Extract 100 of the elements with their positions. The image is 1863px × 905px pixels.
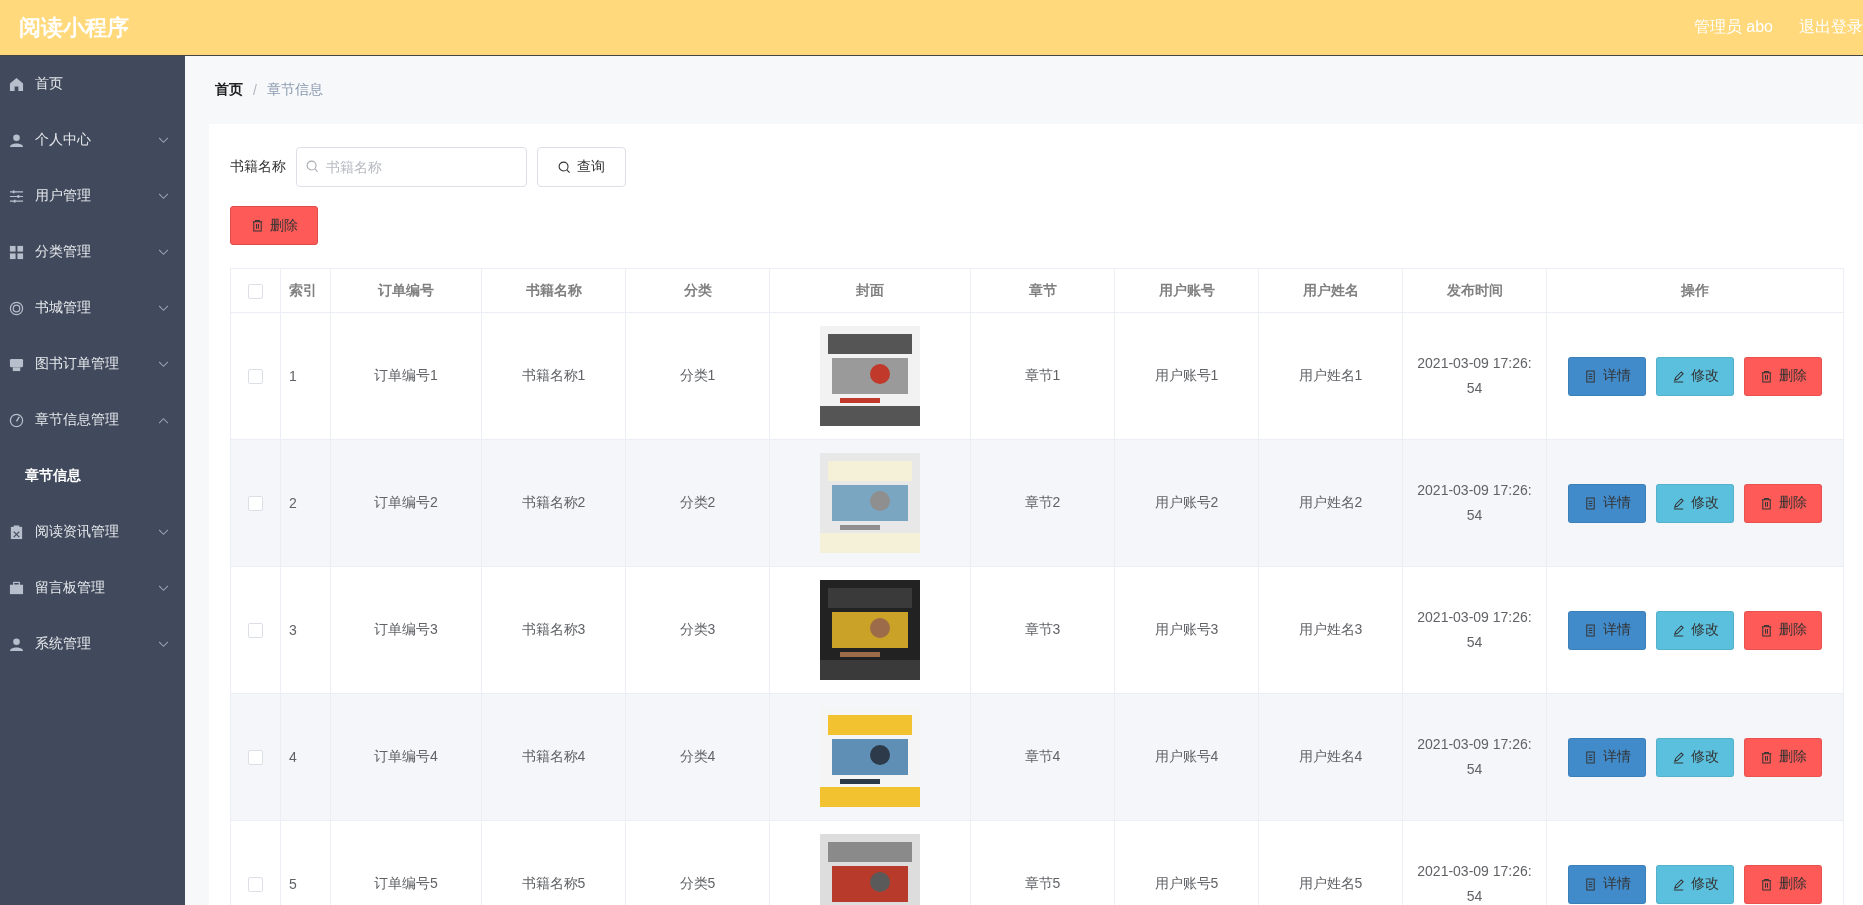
table-cell: 2021-03-09 17:26:54 [1402,566,1547,694]
delete-button[interactable]: 删除 [1744,737,1822,777]
table-cell: 分类4 [625,693,770,821]
pencil-icon [1671,369,1685,383]
table-cell: 用户姓名4 [1258,693,1403,821]
detail-button[interactable]: 详情 [1568,610,1646,650]
sidebar-item[interactable]: 首页 [0,56,185,112]
table-cell: 分类2 [625,439,770,567]
sliders-icon [9,188,24,204]
ring-icon [9,300,24,316]
table-cell: 2021-03-09 17:26:54 [1402,693,1547,821]
briefcase-icon [9,580,24,596]
pencil-icon [1671,496,1685,510]
sidebar-subitem[interactable]: 章节信息 [0,448,185,504]
table-cell: 订单编号1 [330,312,482,440]
checkbox[interactable] [248,623,263,639]
checkbox[interactable] [248,877,263,893]
field-label: 书籍名称 [230,158,286,176]
document-icon [1583,369,1597,383]
search-field[interactable]: 书籍名称 [296,147,527,187]
table-cell: 4 [280,693,331,821]
search-button[interactable]: 查询 [537,147,626,187]
table-cell: 2021-03-09 17:26:54 [1402,439,1547,567]
table-cell: 2021-03-09 17:26:54 [1402,312,1547,440]
printer-icon [9,356,24,372]
table-cell: 用户姓名2 [1258,439,1403,567]
table-cell: 订单编号2 [330,439,482,567]
edit-button[interactable]: 修改 [1656,610,1734,650]
delete-button[interactable]: 删除 [1744,483,1822,523]
detail-button[interactable]: 详情 [1568,864,1646,904]
sidebar-item[interactable]: 留言板管理 [0,560,185,616]
table-cell: 2 [280,439,331,567]
trash-icon [1759,877,1773,891]
table-cell: 1 [280,312,331,440]
document-icon [1583,496,1597,510]
table-cell: 订单编号4 [330,693,482,821]
table-cell: 订单编号3 [330,566,482,694]
sidebar-item[interactable]: 个人中心 [0,112,185,168]
column-header: 索引 [280,268,331,313]
table-cell: 用户账号2 [1114,439,1259,567]
trash-icon [1759,369,1773,383]
detail-button[interactable]: 详情 [1568,737,1646,777]
column-header: 发布时间 [1402,268,1547,313]
table-cell: 书籍名称4 [481,693,626,821]
edit-button[interactable]: 修改 [1656,737,1734,777]
delete-button[interactable]: 删除 [1744,610,1822,650]
sidebar-item[interactable]: 图书订单管理 [0,336,185,392]
user-icon [9,636,24,652]
edit-button[interactable]: 修改 [1656,864,1734,904]
column-header: 分类 [625,268,770,313]
gauge-icon [9,412,24,428]
table-cell: 书籍名称1 [481,312,626,440]
home-icon [9,76,24,92]
table-cell: 用户账号4 [1114,693,1259,821]
pencil-icon [1671,750,1685,764]
column-header: 书籍名称 [481,268,626,313]
breadcrumb-link[interactable]: 首页 [215,81,243,99]
search-icon [306,160,319,173]
trash-icon [1759,623,1773,637]
table-cell: 章节1 [970,312,1115,440]
pencil-icon [1671,623,1685,637]
user-icon [9,132,24,148]
detail-button[interactable]: 详情 [1568,483,1646,523]
edit-button[interactable]: 修改 [1656,356,1734,396]
grid-icon [9,244,24,260]
delete-button[interactable]: 删除 [1744,864,1822,904]
table-cell: 分类3 [625,566,770,694]
table-cell: 用户账号1 [1114,312,1259,440]
table-cell: 分类1 [625,312,770,440]
trash-icon [1759,496,1773,510]
clipboard-icon [9,524,24,540]
pencil-icon [1671,877,1685,891]
table-cell: 章节2 [970,439,1115,567]
trash-icon [1759,750,1773,764]
user-label: 管理员 abo [1693,17,1773,37]
table-cell: 章节4 [970,693,1115,821]
document-icon [1583,877,1597,891]
sidebar-item[interactable]: 章节信息管理 [0,392,185,448]
sidebar-item[interactable]: 书城管理 [0,280,185,336]
checkbox[interactable] [248,496,263,512]
column-header: 操作 [1546,268,1844,313]
edit-button[interactable]: 修改 [1656,483,1734,523]
breadcrumb-separator: / [253,82,257,98]
trash-icon [250,219,264,232]
table-cell: 3 [280,566,331,694]
sidebar-item[interactable]: 分类管理 [0,224,185,280]
column-header: 用户姓名 [1258,268,1403,313]
app-title: 阅读小程序 [19,13,129,42]
checkbox[interactable] [248,369,263,385]
column-header: 用户账号 [1114,268,1259,313]
checkbox[interactable] [248,283,263,299]
delete-button[interactable]: 删除 [230,206,318,245]
checkbox[interactable] [248,750,263,766]
detail-button[interactable]: 详情 [1568,356,1646,396]
table-cell: 用户账号3 [1114,566,1259,694]
sidebar-item[interactable]: 系统管理 [0,616,185,672]
sidebar-item[interactable]: 用户管理 [0,168,185,224]
search-icon [558,160,571,174]
delete-button[interactable]: 删除 [1744,356,1822,396]
sidebar-item[interactable]: 阅读资讯管理 [0,504,185,560]
